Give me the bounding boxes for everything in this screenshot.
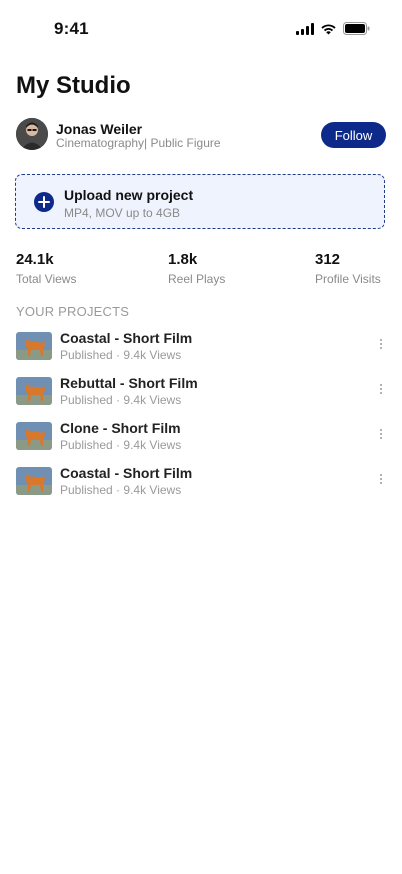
project-thumbnail [16, 377, 52, 405]
project-status: Published [60, 483, 113, 497]
status-time: 9:41 [54, 19, 89, 38]
project-views: 9.4k Views [123, 483, 182, 497]
project-row[interactable]: Coastal - Short Film Published · 9.4k Vi… [16, 330, 386, 362]
project-views: 9.4k Views [123, 438, 182, 452]
stat-label: Reel Plays [168, 272, 226, 286]
stat-label: Total Views [16, 272, 77, 286]
stat-total-views: 24.1k Total Views [16, 251, 76, 286]
project-title: Coastal - Short Film [60, 465, 193, 481]
stat-reel-plays: 1.8k Reel Plays [168, 251, 225, 286]
project-views: 9.4k Views [123, 393, 182, 407]
project-row[interactable]: Clone - Short Film Published · 9.4k View… [16, 420, 386, 452]
project-meta: Published · 9.4k Views [60, 438, 182, 452]
project-status: Published [60, 393, 113, 407]
more-vertical-icon[interactable] [376, 471, 386, 487]
stat-value: 1.8k [168, 251, 198, 268]
stat-value: 312 [315, 251, 341, 268]
more-vertical-icon[interactable] [376, 336, 386, 352]
upload-project-card[interactable]: Upload new project MP4, MOV up to 4GB [15, 174, 385, 229]
stat-profile-visits: 312 Profile Visits [315, 251, 381, 286]
project-title: Coastal - Short Film [60, 330, 193, 346]
project-meta: Published · 9.4k Views [60, 483, 182, 497]
more-vertical-icon[interactable] [376, 426, 386, 442]
project-title: Clone - Short Film [60, 420, 181, 436]
stat-value: 24.1k [16, 251, 54, 268]
project-title: Rebuttal - Short Film [60, 375, 198, 391]
page-title: My Studio [16, 72, 131, 99]
project-meta: Published · 9.4k Views [60, 393, 182, 407]
plus-icon [34, 192, 54, 212]
status-icons [296, 22, 370, 35]
project-status: Published [60, 348, 113, 362]
upload-title: Upload new project [64, 187, 194, 203]
battery-icon [343, 22, 370, 35]
follow-button[interactable]: Follow [321, 122, 386, 148]
more-vertical-icon[interactable] [376, 381, 386, 397]
project-row[interactable]: Rebuttal - Short Film Published · 9.4k V… [16, 375, 386, 407]
project-row[interactable]: Coastal - Short Film Published · 9.4k Vi… [16, 465, 386, 497]
project-thumbnail [16, 422, 52, 450]
project-meta: Published · 9.4k Views [60, 348, 182, 362]
profile-subtitle: Cinematography| Public Figure [56, 136, 221, 150]
stat-label: Profile Visits [315, 272, 381, 286]
section-title: YOUR PROJECTS [16, 304, 130, 319]
upload-subtitle: MP4, MOV up to 4GB [64, 206, 181, 220]
project-status: Published [60, 438, 113, 452]
project-views: 9.4k Views [123, 348, 182, 362]
wifi-icon [321, 23, 336, 34]
status-bar: 9:41 [0, 0, 402, 58]
project-thumbnail [16, 467, 52, 495]
signal-icon [296, 22, 314, 35]
project-thumbnail [16, 332, 52, 360]
profile-name: Jonas Weiler [56, 121, 143, 137]
avatar[interactable] [16, 118, 48, 150]
profile-row: Jonas Weiler Cinematography| Public Figu… [16, 118, 386, 152]
